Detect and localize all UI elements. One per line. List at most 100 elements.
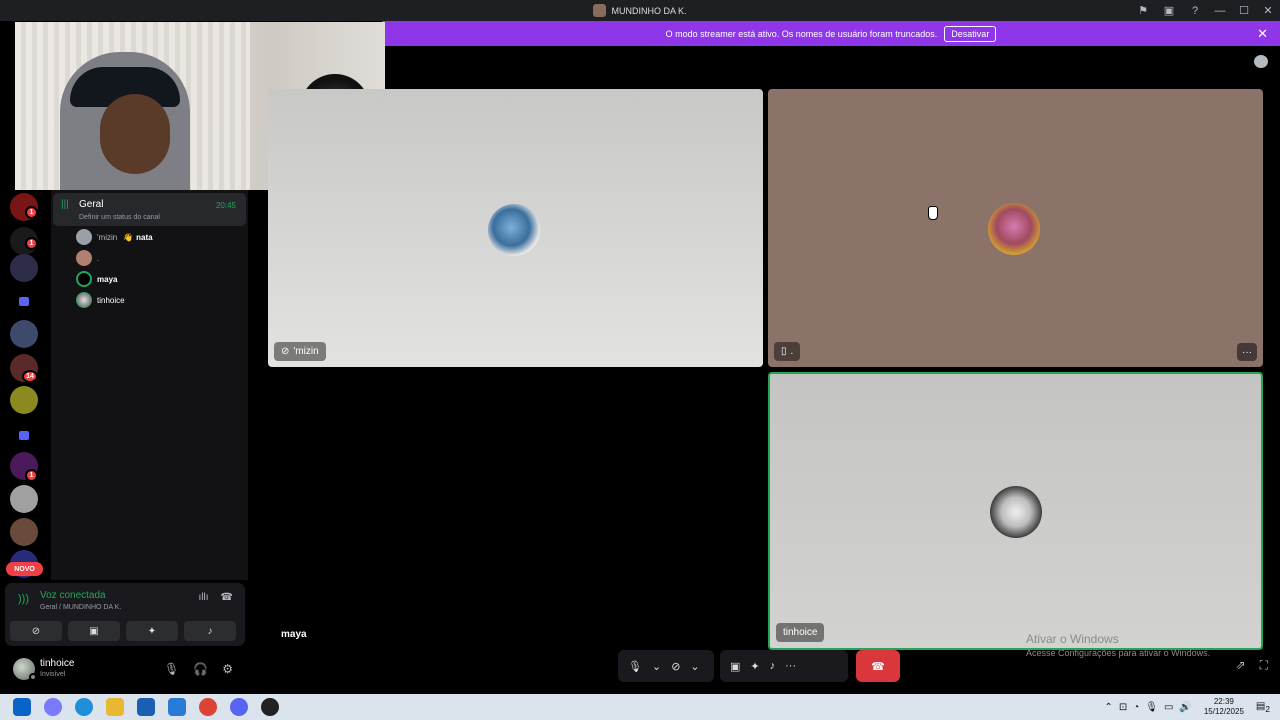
file-explorer-icon[interactable] [106, 698, 124, 716]
server-rail: 1 1 14 1 [0, 190, 50, 585]
activities-button[interactable]: ✦ [126, 621, 178, 641]
call-controls-av: 🎙 ⌄ ⊘ ⌄ [618, 650, 714, 682]
screen-share-button[interactable]: ▣ [68, 621, 120, 641]
wifi-icon[interactable]: ◔ [1133, 702, 1139, 713]
gear-icon[interactable]: ⚙ [222, 662, 233, 676]
tile-user-name: 'mizin [293, 346, 319, 357]
server-icon[interactable] [10, 320, 38, 348]
video-tile[interactable]: ▯ . ··· [768, 89, 1263, 367]
chat-icon[interactable] [1254, 55, 1268, 68]
channel-panel: ||| Geral 20:45 Definir um status do can… [51, 190, 248, 580]
chrome-icon[interactable] [199, 698, 217, 716]
voice-user[interactable]: maya [76, 270, 117, 288]
mail-icon[interactable] [168, 698, 186, 716]
server-icon[interactable] [10, 386, 38, 414]
disable-streamer-mode-button[interactable]: Desativar [944, 25, 997, 42]
tile-user-name: . [790, 346, 794, 357]
voice-status[interactable]: Voz conectada [40, 590, 106, 601]
voice-user-name: . [97, 253, 100, 263]
voice-user[interactable]: 'mizin 👋 nata [76, 228, 153, 246]
windows-start-icon[interactable] [13, 698, 31, 716]
clock[interactable]: 22:39 15/12/2025 [1204, 697, 1244, 717]
streamer-mode-message: O modo streamer está ativo. Os nomes de … [665, 28, 938, 39]
voice-user-name: 'mizin [97, 232, 118, 242]
chevron-down-icon[interactable]: ⌄ [652, 660, 661, 673]
microphone-icon[interactable]: 🎙 [1145, 702, 1158, 713]
tile-label: ▯ . [774, 342, 801, 361]
minimize-button[interactable]: — [1208, 5, 1232, 17]
channel-time: 20:45 [215, 201, 236, 210]
voice-user[interactable]: tinhoice [76, 291, 125, 309]
more-icon[interactable]: ··· [785, 660, 796, 672]
webcam-face [100, 94, 170, 174]
server-badge: 1 [25, 237, 38, 250]
user-status: Invisível [40, 671, 66, 678]
muted-icon: ⊘ [281, 346, 290, 357]
soundboard-icon[interactable]: ♪ [770, 660, 776, 672]
connection-icon: ))) [18, 593, 29, 605]
voice-channel-geral[interactable]: ||| Geral 20:45 Definir um status do can… [53, 193, 246, 226]
volume-icon[interactable]: 🔊 [1179, 702, 1191, 713]
inbox-icon[interactable]: ⚑ [1130, 4, 1156, 17]
avatar [76, 271, 92, 287]
window-title: MUNDINHO DA K. [611, 5, 687, 16]
screen-icon[interactable]: ▣ [1156, 4, 1182, 17]
camera-off-icon[interactable]: ⊘ [671, 660, 680, 673]
copilot-icon[interactable] [44, 698, 62, 716]
fullscreen-icon[interactable]: ⛶ [1260, 658, 1268, 673]
notification-icon[interactable]: ▤2 [1256, 701, 1270, 714]
voice-user-name: tinhoice [97, 295, 125, 305]
chevron-down-icon[interactable]: ⌄ [690, 660, 699, 673]
chevron-up-icon[interactable]: ⌃ [1104, 702, 1112, 713]
voice-user-extra: nata [136, 232, 153, 242]
voice-wave-icon: ||| [61, 199, 69, 210]
close-banner-icon[interactable]: ✕ [1257, 26, 1268, 42]
mobile-icon: ▯ [781, 346, 787, 357]
video-tile[interactable]: tinhoice [768, 372, 1263, 650]
video-tile[interactable]: maya [268, 372, 763, 650]
server-folder-icon[interactable] [19, 297, 29, 306]
discord-icon[interactable] [230, 698, 248, 716]
popout-icon[interactable]: ⇗ [1236, 658, 1246, 673]
microphone-icon[interactable]: 🎙 [164, 662, 179, 676]
user-panel: tinhoice Invisível 🎙 🎧 ⚙ [5, 651, 245, 689]
headphones-icon[interactable]: 🎧 [193, 662, 208, 676]
close-window-button[interactable]: ✕ [1256, 4, 1280, 17]
activate-windows-title: Ativar o Windows [1026, 632, 1119, 646]
view-controls: ⇗ ⛶ [1236, 658, 1268, 673]
avatar [488, 204, 540, 256]
server-badge: 14 [22, 370, 38, 383]
microphone-icon[interactable]: 🎙 [628, 660, 642, 673]
edge-icon[interactable] [75, 698, 93, 716]
voice-path: Geral / MUNDINHO DA K. [40, 604, 122, 611]
tile-label: maya [274, 625, 314, 644]
user-name[interactable]: tinhoice [40, 658, 74, 669]
server-folder-icon[interactable] [19, 431, 29, 440]
server-icon[interactable] [10, 518, 38, 546]
clock-time: 22:39 [1213, 697, 1234, 706]
maximize-button[interactable]: ☐ [1232, 4, 1256, 17]
help-icon[interactable]: ? [1182, 5, 1208, 17]
display-icon[interactable]: ▭ [1164, 702, 1173, 713]
new-badge: NOVO [6, 562, 43, 576]
activities-icon[interactable]: ✦ [750, 660, 759, 673]
server-icon[interactable] [10, 485, 38, 513]
camera-off-button[interactable]: ⊘ [10, 621, 62, 641]
call-controls-extra: ▣ ✦ ♪ ··· [720, 650, 848, 682]
avatar [76, 229, 92, 245]
window-titlebar: MUNDINHO DA K. ⚑ ▣ ? — ☐ ✕ [0, 0, 1280, 21]
network-icon[interactable]: ⊡ [1119, 702, 1127, 713]
end-call-button[interactable]: ☎ [856, 650, 900, 682]
more-options-icon[interactable]: ··· [1237, 343, 1257, 361]
soundboard-button[interactable]: ♪ [184, 621, 236, 641]
screen-share-icon[interactable]: ▣ [730, 660, 740, 673]
app-icon[interactable] [261, 698, 279, 716]
channel-status-hint[interactable]: Definir um status do canal [79, 214, 160, 221]
voice-user[interactable]: . [76, 249, 99, 267]
video-tile[interactable]: ⊘ 'mizin [268, 89, 763, 367]
disconnect-icon[interactable]: ☎ [221, 592, 233, 603]
server-icon[interactable] [10, 254, 38, 282]
avatar [990, 486, 1042, 538]
store-icon[interactable] [137, 698, 155, 716]
noise-suppression-icon[interactable]: ıllı [199, 592, 209, 603]
